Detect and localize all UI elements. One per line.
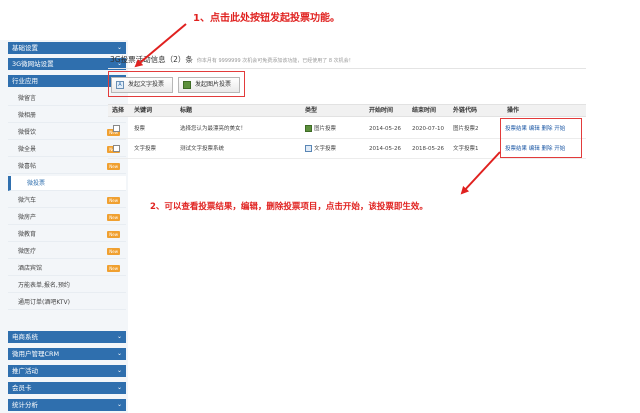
annotation-arrows (134, 23, 501, 195)
arrow-to-actions (460, 151, 501, 195)
arrow-to-buttons (134, 23, 187, 68)
